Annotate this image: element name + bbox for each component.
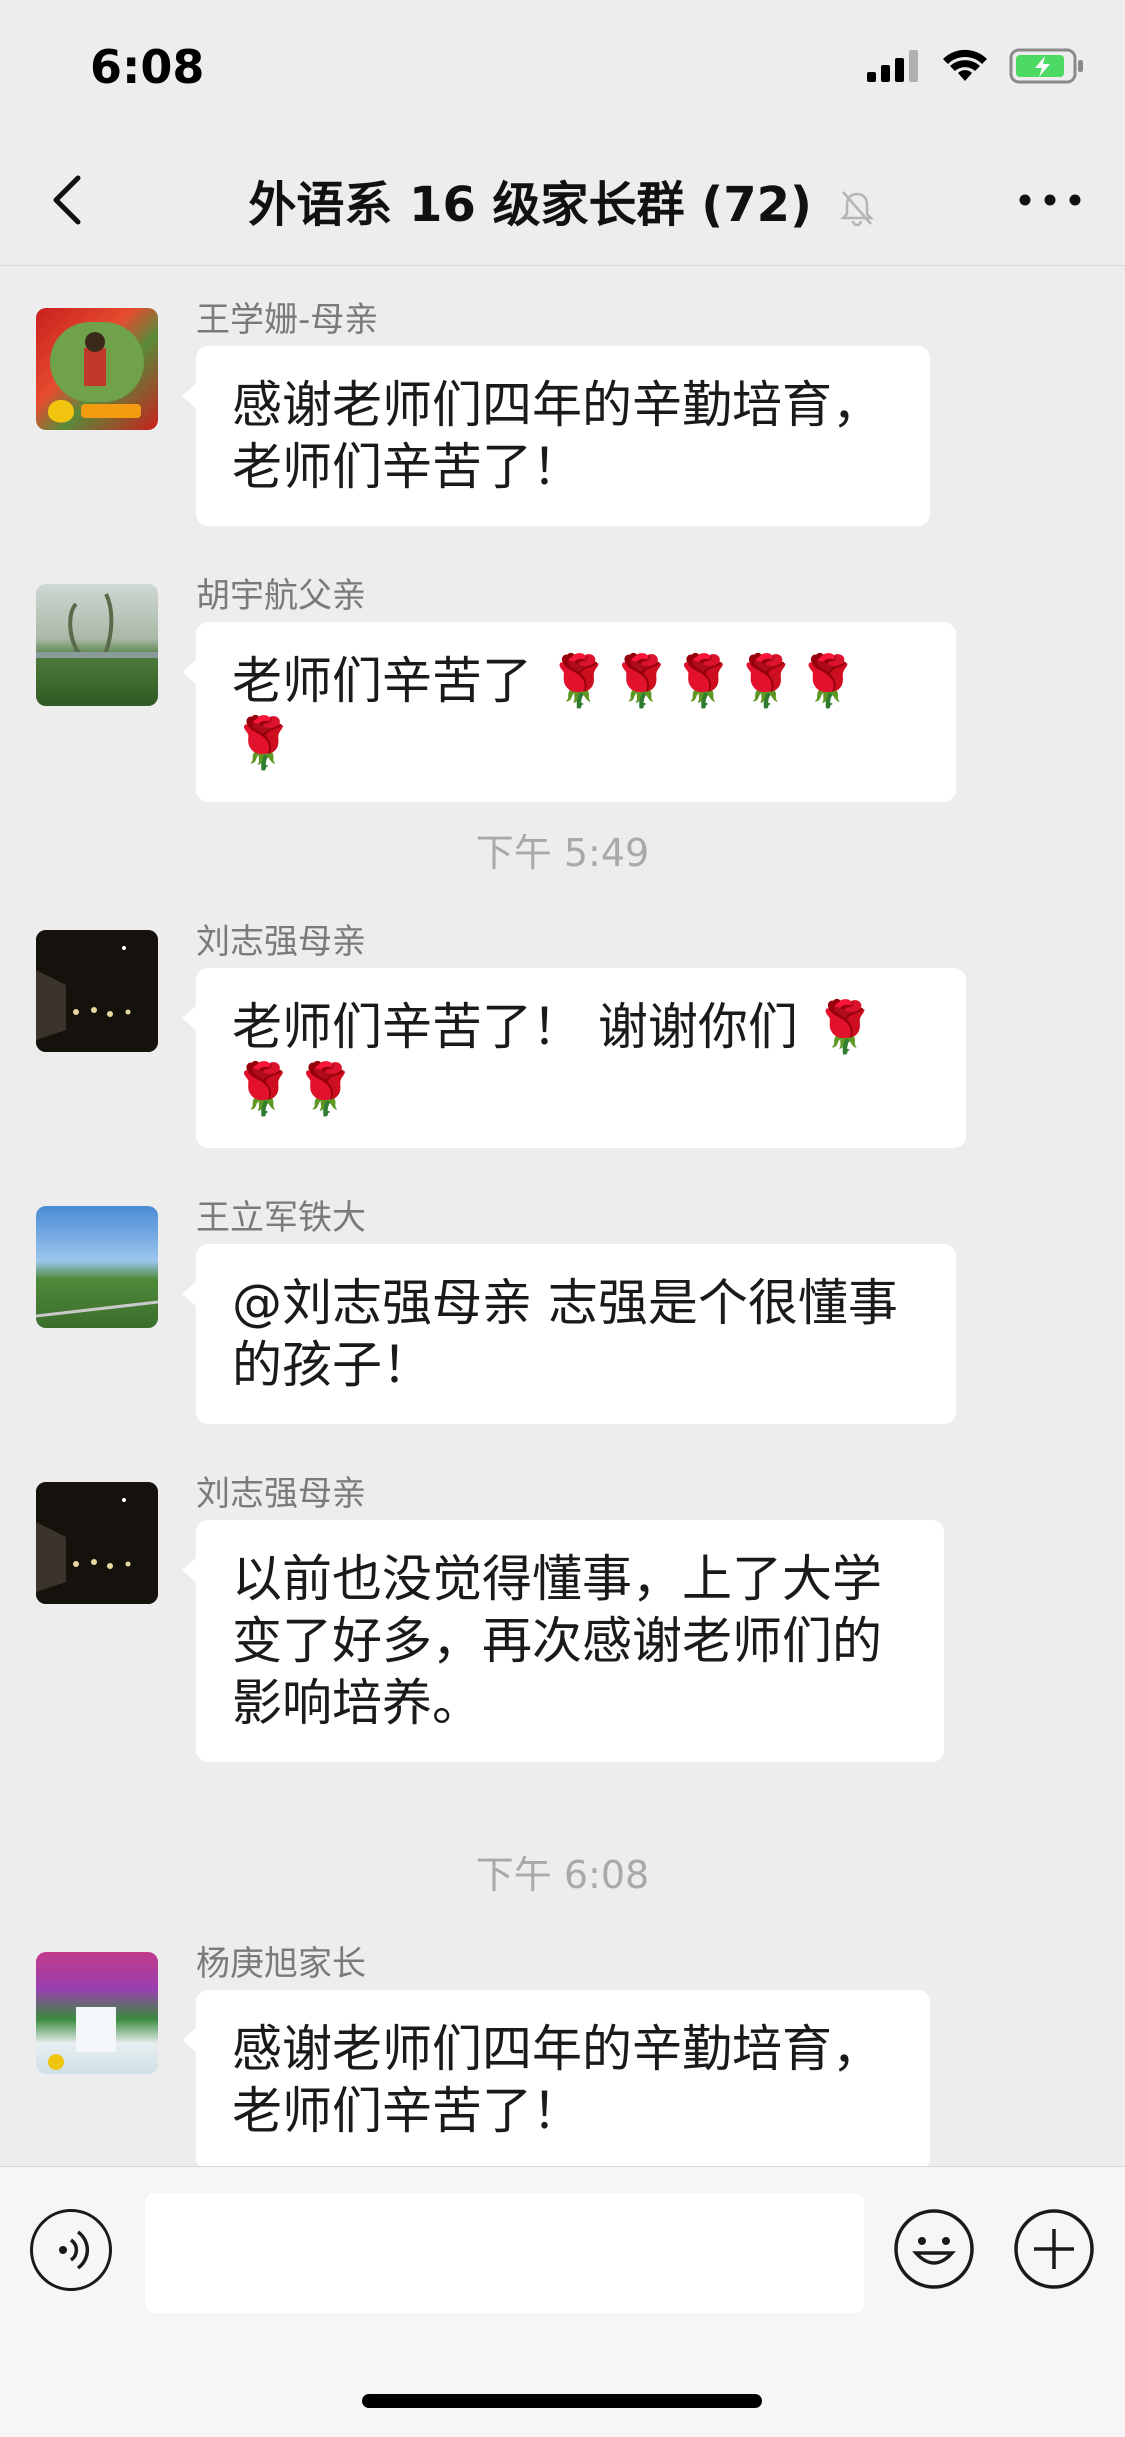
battery-icon [1009, 48, 1083, 84]
sender-name: 刘志强母亲 [196, 922, 366, 962]
avatar[interactable] [36, 1482, 158, 1604]
status-icons [867, 48, 1085, 84]
time-separator: 下午 6:08 [475, 1853, 650, 1897]
avatar[interactable] [36, 1206, 158, 1328]
message-bubble[interactable]: 感谢老师们四年的辛勤培育，老师们辛苦了！ [182, 1990, 930, 2166]
more-options-button[interactable] [1015, 185, 1085, 215]
voice-button[interactable] [30, 2209, 112, 2291]
message-text: 老师们辛苦了 [232, 652, 532, 710]
message-text: 感谢老师们四年的辛勤培育，老师们辛苦了！ [232, 2020, 882, 2140]
mute-bell-icon [839, 191, 874, 227]
sender-name: 王立军铁大 [196, 1198, 366, 1238]
avatar[interactable] [36, 308, 158, 430]
message-bubble[interactable]: 以前也没觉得懂事，上了大学变了好多，再次感谢老师们的影响培养。 [182, 1520, 944, 1762]
message-text: 感谢老师们四年的辛勤培育，老师们辛苦了！ [232, 376, 882, 496]
sender-name: 刘志强母亲 [196, 1474, 366, 1514]
message-bubble[interactable]: 老师们辛苦了 🌹🌹🌹🌹🌹🌹 [182, 622, 956, 802]
avatar[interactable] [36, 1952, 158, 2074]
home-indicator [362, 2394, 762, 2408]
nav-bar: 外语系 16 级家长群 (72) [0, 135, 1125, 266]
emoji-button[interactable] [892, 2207, 976, 2291]
time-separator: 下午 5:49 [475, 831, 650, 875]
message-text: 以前也没觉得懂事，上了大学变了好多，再次感谢老师们的影响培养。 [232, 1550, 882, 1732]
chat-title-text: 外语系 16 级家长群 (72) [248, 177, 812, 233]
voice-icon [59, 2230, 90, 2270]
chat-title: 外语系 16 级家长群 (72) [0, 165, 1125, 235]
message-text: @刘志强母亲 志强是个很懂事的孩子！ [232, 1274, 898, 1394]
message-input[interactable] [145, 2193, 864, 2313]
status-time: 6:08 [90, 40, 205, 94]
sender-name: 杨庚旭家长 [196, 1944, 366, 1984]
add-button[interactable] [1012, 2207, 1096, 2291]
sender-name: 王学姗-母亲 [196, 300, 379, 340]
status-bar: 6:08 [0, 0, 1125, 135]
message-text: 老师们辛苦了！ 谢谢你们 [232, 998, 798, 1056]
message-bubble[interactable]: 老师们辛苦了！ 谢谢你们 🌹🌹🌹 [182, 968, 966, 1148]
message-bubble[interactable]: 感谢老师们四年的辛勤培育，老师们辛苦了！ [182, 346, 930, 526]
chat-messages: 王学姗-母亲 感谢老师们四年的辛勤培育，老师们辛苦了！ 胡宇航父亲 老师们辛苦了… [0, 266, 1125, 2166]
message-bubble[interactable]: @刘志强母亲 志强是个很懂事的孩子！ [182, 1244, 956, 1424]
avatar[interactable] [36, 930, 158, 1052]
avatar[interactable] [36, 584, 158, 706]
signal-icon [867, 50, 918, 82]
sender-name: 胡宇航父亲 [196, 576, 366, 616]
wifi-icon [943, 49, 987, 81]
